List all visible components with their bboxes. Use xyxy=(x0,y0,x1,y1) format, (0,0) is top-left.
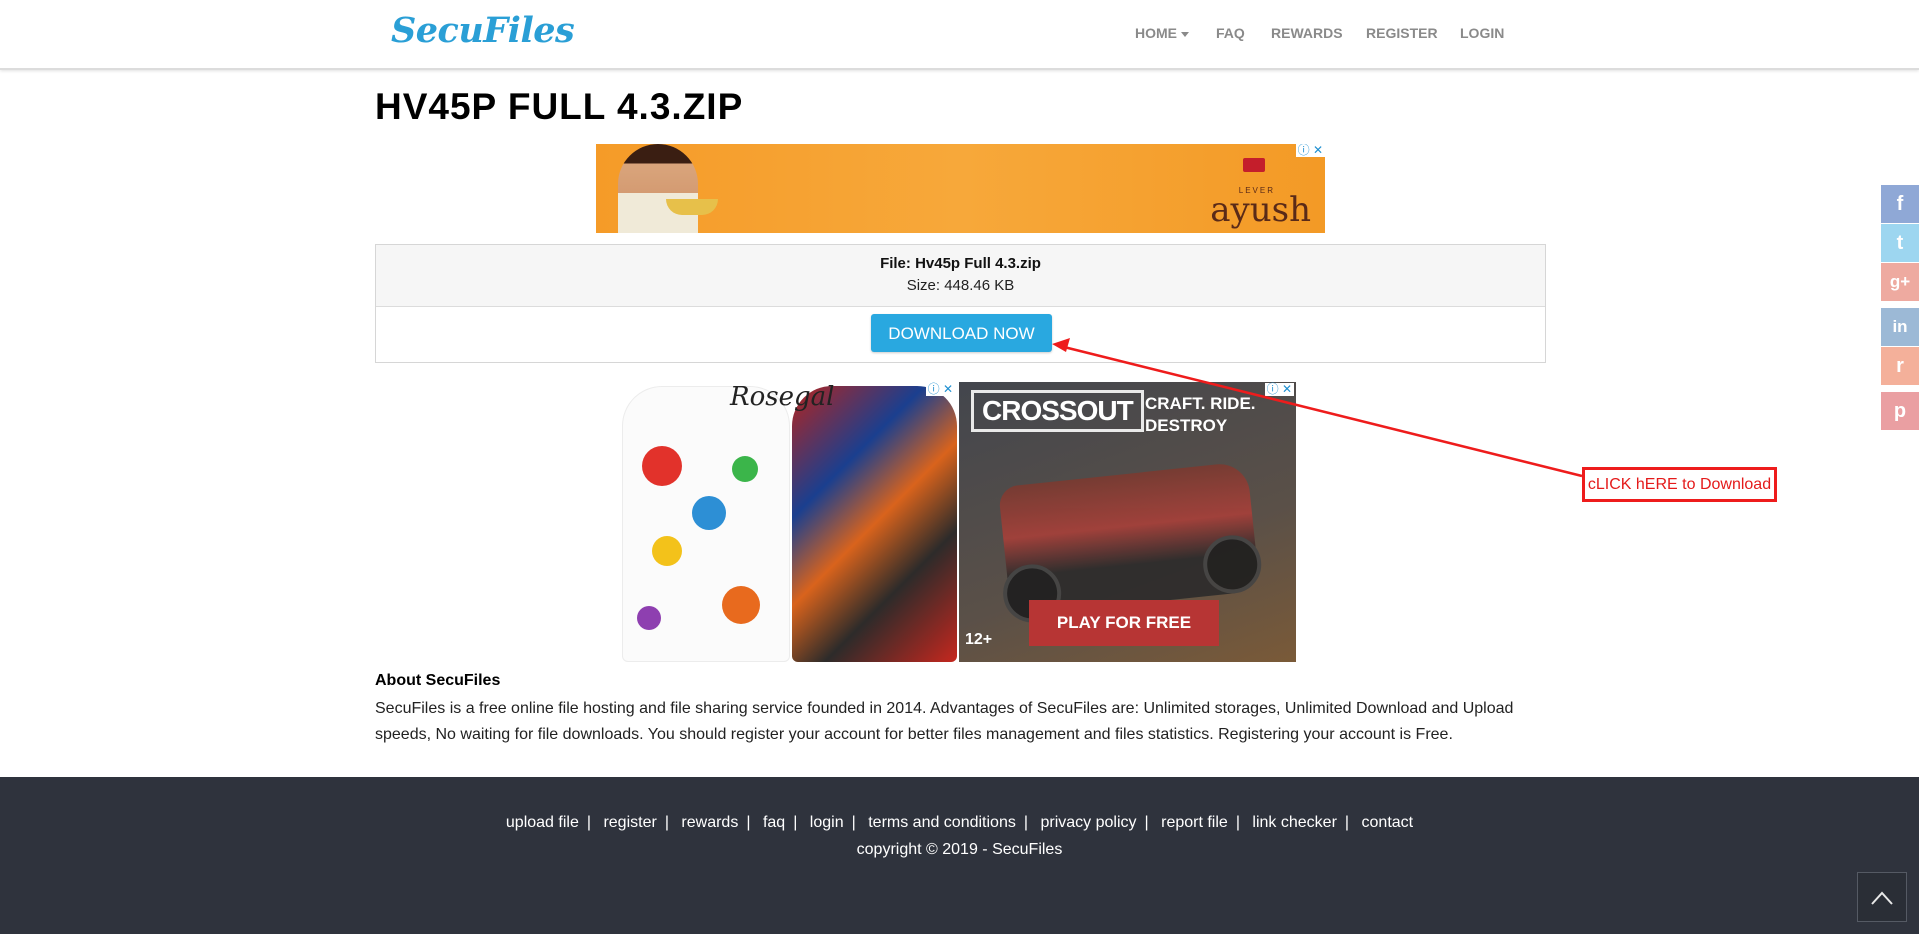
site-footer: upload file | register | rewards | faq | log… xyxy=(0,777,1919,934)
pinterest-icon[interactable]: p xyxy=(1881,392,1919,430)
twitter-icon[interactable]: t xyxy=(1881,224,1919,262)
footer-link-faq[interactable]: faq xyxy=(763,814,785,831)
footer-link-login[interactable]: login xyxy=(810,814,844,831)
separator: | xyxy=(1144,814,1149,831)
footer-link-privacy[interactable]: privacy policy xyxy=(1040,814,1136,831)
google-plus-icon[interactable]: g+ xyxy=(1881,263,1919,301)
separator: | xyxy=(1023,814,1029,831)
back-to-top-button[interactable] xyxy=(1857,872,1907,922)
separator: | xyxy=(851,814,856,831)
separator: | xyxy=(1344,814,1350,831)
footer-link-register[interactable]: register xyxy=(603,814,656,831)
chevron-up-icon xyxy=(1871,891,1893,905)
about-text: SecuFiles is a free online file hosting … xyxy=(375,700,1514,743)
footer-link-report-file[interactable]: report file xyxy=(1161,814,1228,831)
separator: | xyxy=(1235,814,1240,831)
about-heading: About SecuFiles xyxy=(375,672,501,689)
footer-link-rewards[interactable]: rewards xyxy=(681,814,738,831)
footer-link-terms[interactable]: terms and conditions xyxy=(868,814,1016,831)
facebook-icon[interactable]: f xyxy=(1881,185,1919,223)
separator: | xyxy=(793,814,798,831)
separator: | xyxy=(746,814,751,831)
footer-link-link-checker[interactable]: link checker xyxy=(1252,814,1336,831)
separator: | xyxy=(664,814,669,831)
separator: | xyxy=(586,814,591,831)
footer-link-upload-file[interactable]: upload file xyxy=(506,814,579,831)
copyright-text: copyright © 2019 - SecuFiles xyxy=(856,841,1063,858)
footer-link-contact[interactable]: contact xyxy=(1362,814,1414,831)
annotation-callout: cLICK hERE to Download xyxy=(1582,467,1777,502)
linkedin-icon[interactable]: in xyxy=(1881,308,1919,346)
reddit-icon[interactable]: r xyxy=(1881,347,1919,385)
footer-links: upload file | register | rewards | faq | log… xyxy=(0,814,1919,832)
